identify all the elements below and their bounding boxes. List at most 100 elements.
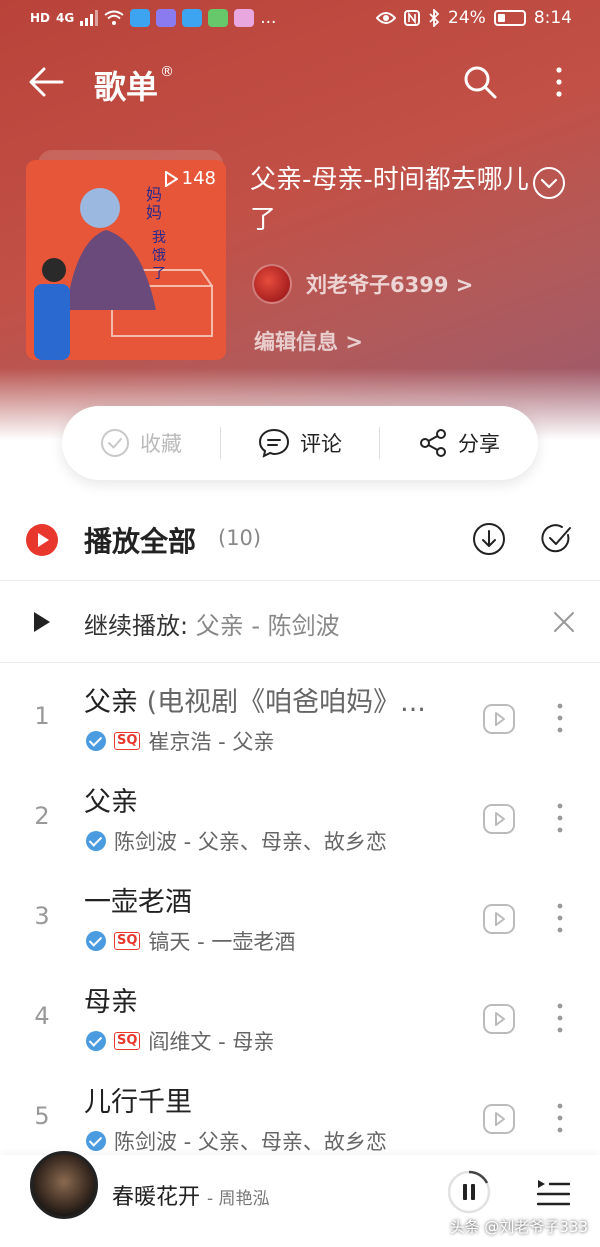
video-play-icon[interactable] xyxy=(482,1102,516,1136)
share-button[interactable]: 分享 xyxy=(380,428,538,458)
more-notifications: ... xyxy=(260,8,277,28)
check-circle-icon xyxy=(101,429,129,457)
play-icon xyxy=(34,612,50,632)
wechat-notification-icon xyxy=(208,9,229,27)
video-play-icon[interactable] xyxy=(482,702,516,736)
app-notification-icon xyxy=(130,9,151,27)
now-playing-cover[interactable] xyxy=(30,1151,98,1219)
song-title: 儿行千里 xyxy=(84,1087,192,1118)
verified-icon xyxy=(86,1031,106,1051)
song-meta: SQ 镐天 - 一壶老酒 xyxy=(86,926,295,956)
song-meta: SQ 阎维文 - 母亲 xyxy=(86,1026,274,1056)
song-index: 3 xyxy=(34,902,50,930)
action-bar: 收藏 评论 分享 xyxy=(62,406,538,480)
watermark: 头条 @刘老爷子333 xyxy=(449,1218,588,1236)
video-play-icon[interactable] xyxy=(482,1002,516,1036)
song-artist-album: 陈剑波 - 父亲、母亲、故乡恋 xyxy=(114,1130,387,1154)
chevron-down-icon[interactable] xyxy=(532,166,566,200)
song-row[interactable]: 2 父亲 陈剑波 - 父亲、母亲、故乡恋 xyxy=(0,772,600,872)
continue-song: 父亲 - 陈剑波 xyxy=(195,612,340,640)
network-badge: 4G xyxy=(56,11,75,25)
song-artist-album: 崔京浩 - 父亲 xyxy=(148,730,275,754)
favorite-button[interactable]: 收藏 xyxy=(62,428,220,458)
song-row[interactable]: 1 父亲 (电视剧《咱爸咱妈》... SQ 崔京浩 - 父亲 xyxy=(0,672,600,772)
edit-info-link[interactable]: 编辑信息 > xyxy=(254,326,363,356)
back-arrow-icon[interactable] xyxy=(26,62,66,102)
download-icon[interactable] xyxy=(472,522,506,556)
close-icon[interactable] xyxy=(552,610,576,634)
playlist-author[interactable]: 刘老爷子6399 > xyxy=(252,264,473,304)
video-play-icon[interactable] xyxy=(482,902,516,936)
now-playing-title: 春暖花开 xyxy=(112,1185,201,1210)
share-label: 分享 xyxy=(458,432,500,456)
play-count-value: 148 xyxy=(181,168,216,189)
song-row[interactable]: 4 母亲 SQ 阎维文 - 母亲 xyxy=(0,972,600,1072)
sq-badge: SQ xyxy=(114,932,141,950)
song-title: 一壶老酒 xyxy=(84,887,192,918)
author-avatar xyxy=(252,264,292,304)
svg-text:了: 了 xyxy=(152,266,166,282)
song-index: 5 xyxy=(34,1102,50,1130)
signal-icon xyxy=(80,10,99,26)
music-notification-icon xyxy=(156,9,177,27)
playlist-cover[interactable]: 妈 妈 我 饿 了 148 xyxy=(26,160,226,360)
play-all-row[interactable]: 播放全部 (10) xyxy=(0,510,600,576)
more-options-icon[interactable] xyxy=(550,700,570,736)
play-all-label: 播放全部 xyxy=(84,525,197,558)
song-meta: 陈剑波 - 父亲、母亲、故乡恋 xyxy=(86,826,387,856)
verified-icon xyxy=(86,1131,106,1151)
hd-badge: HD xyxy=(30,11,51,25)
search-icon[interactable] xyxy=(462,64,498,100)
song-artist-album: 陈剑波 - 父亲、母亲、故乡恋 xyxy=(114,830,387,854)
playlist-title: 父亲-母亲-时间都去哪儿了 xyxy=(250,165,529,235)
song-meta: 陈剑波 - 父亲、母亲、故乡恋 xyxy=(86,1126,387,1156)
sq-badge: SQ xyxy=(114,1032,141,1050)
more-options-icon[interactable] xyxy=(550,900,570,936)
svg-text:我: 我 xyxy=(152,230,166,246)
song-title: 父亲 (电视剧《咱爸咱妈》... xyxy=(84,687,426,718)
comment-button[interactable]: 评论 xyxy=(221,428,379,458)
more-options-icon[interactable] xyxy=(548,64,570,100)
verified-icon xyxy=(86,931,106,951)
page-title: 歌单 ® xyxy=(94,64,175,106)
song-title: 母亲 xyxy=(84,987,138,1018)
now-playing-info: 春暖花开 - 周艳泓 xyxy=(112,1179,270,1211)
video-play-icon[interactable] xyxy=(482,802,516,836)
comment-label: 评论 xyxy=(300,432,342,456)
song-count: (10) xyxy=(218,526,262,550)
comment-icon xyxy=(258,428,290,458)
multi-select-icon[interactable] xyxy=(540,522,574,556)
divider xyxy=(0,662,600,663)
svg-text:妈: 妈 xyxy=(146,203,162,222)
song-index: 1 xyxy=(34,702,50,730)
svg-text:妈: 妈 xyxy=(146,185,162,204)
eye-icon xyxy=(376,12,397,24)
chevron-right-icon: > xyxy=(455,273,474,297)
photos-notification-icon xyxy=(234,9,255,27)
clock: 8:14 xyxy=(533,8,572,28)
song-row[interactable]: 3 一壶老酒 SQ 镐天 - 一壶老酒 xyxy=(0,872,600,972)
pause-icon[interactable] xyxy=(446,1169,492,1215)
song-title: 父亲 xyxy=(84,787,138,818)
more-options-icon[interactable] xyxy=(550,800,570,836)
status-bar: HD 4G ... 24% 8:14 xyxy=(0,0,600,40)
song-artist-album: 镐天 - 一壶老酒 xyxy=(148,930,296,954)
continue-playback-row[interactable]: 继续播放: 父亲 - 陈剑波 xyxy=(0,590,600,654)
share-icon xyxy=(420,429,446,457)
playlist-queue-icon[interactable] xyxy=(536,1175,570,1209)
svg-text:饿: 饿 xyxy=(152,248,166,264)
divider xyxy=(0,580,600,581)
song-index: 4 xyxy=(34,1002,50,1030)
sq-badge: SQ xyxy=(114,732,141,750)
play-all-icon[interactable] xyxy=(26,524,58,556)
verified-icon xyxy=(86,731,106,751)
favorite-label: 收藏 xyxy=(140,432,182,456)
play-count: 148 xyxy=(164,168,216,189)
cover-artwork: 妈 妈 我 饿 了 xyxy=(26,160,226,360)
more-options-icon[interactable] xyxy=(550,1000,570,1036)
verified-icon xyxy=(86,831,106,851)
play-count-icon xyxy=(164,170,178,187)
author-name: 刘老爷子6399 > xyxy=(306,273,474,297)
battery-icon xyxy=(493,10,526,26)
more-options-icon[interactable] xyxy=(550,1100,570,1136)
